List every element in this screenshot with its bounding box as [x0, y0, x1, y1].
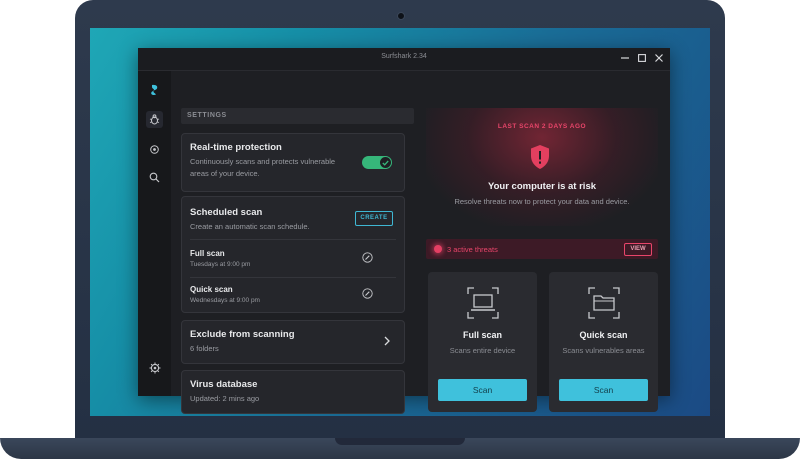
minimize-button[interactable] — [618, 52, 632, 66]
last-scan-label: LAST SCAN 2 DAYS AGO — [497, 123, 587, 130]
quick-scan-title: Quick scan — [579, 330, 628, 340]
settings-header-label: SETTINGS — [187, 112, 227, 119]
scheduled-scan-card: Scheduled scan Create an automatic scan … — [181, 196, 405, 313]
search-icon — [149, 172, 160, 183]
window-title: Surfshark 2.34 — [381, 53, 427, 60]
laptop-icon — [467, 287, 499, 319]
app-window: Surfshark 2.34 SETTINGS Real-time protec… — [138, 48, 670, 414]
warning-shield-icon — [531, 145, 549, 169]
quick-scan-row-title: Quick scan — [190, 285, 233, 294]
quick-scan-row-schedule: Wednesdays at 9:00 pm — [190, 297, 260, 304]
minimize-icon — [621, 57, 629, 59]
shield-gear-icon — [150, 145, 159, 154]
settings-gear-icon — [149, 362, 160, 373]
active-threats-bar: 3 active threats VIEW — [426, 239, 658, 259]
realtime-title: Real-time protection — [190, 142, 282, 153]
scheduled-description: Create an automatic scan schedule. — [190, 222, 310, 231]
database-subtitle: Updated: 2 mins ago — [190, 394, 260, 403]
divider — [190, 277, 396, 278]
sidebar-item-settings[interactable] — [146, 359, 163, 376]
realtime-toggle[interactable] — [362, 156, 392, 169]
risk-subtitle: Resolve threats now to protect your data… — [454, 197, 630, 206]
view-threats-button[interactable]: VIEW — [624, 243, 652, 256]
full-scan-button[interactable]: Scan — [438, 379, 527, 401]
divider — [190, 239, 396, 240]
realtime-protection-card: Real-time protection Continuously scans … — [181, 133, 405, 192]
edit-quick-scan-icon[interactable] — [362, 288, 373, 299]
quick-scan-button[interactable]: Scan — [559, 379, 648, 401]
chevron-right-icon — [384, 336, 390, 346]
sidebar-item-protection[interactable] — [146, 141, 163, 158]
create-schedule-button[interactable]: CREATE — [355, 211, 393, 226]
close-icon — [655, 54, 663, 62]
surfshark-logo-icon — [151, 84, 158, 95]
full-scan-row-schedule: Tuesdays at 9:00 pm — [190, 261, 251, 268]
laptop-base-notch — [335, 438, 465, 445]
sidebar-item-home[interactable] — [146, 81, 163, 98]
realtime-description: Continuously scans and protects vulnerab… — [190, 157, 336, 178]
quick-scan-description: Scans vulnerables areas — [562, 346, 645, 355]
scheduled-title: Scheduled scan — [190, 207, 263, 218]
exclude-title: Exclude from scanning — [190, 329, 295, 340]
quick-scan-card: Quick scan Scans vulnerables areas Scan — [549, 272, 658, 412]
sidebar-item-search[interactable] — [146, 169, 163, 186]
screen: Surfshark 2.34 SETTINGS Real-time protec… — [90, 28, 710, 416]
threat-indicator-icon — [434, 245, 442, 253]
maximize-button[interactable] — [635, 52, 649, 66]
exclude-subtitle: 6 folders — [190, 344, 219, 353]
risk-title: Your computer is at risk — [487, 181, 597, 192]
toggle-knob — [380, 157, 391, 168]
full-scan-row-title: Full scan — [190, 249, 225, 258]
full-scan-description: Scans entire device — [449, 346, 516, 355]
full-scan-card: Full scan Scans entire device Scan — [428, 272, 537, 412]
full-scan-title: Full scan — [462, 330, 502, 340]
exclude-scanning-card[interactable]: Exclude from scanning 6 folders — [181, 320, 405, 364]
virus-database-card: Virus database Updated: 2 mins ago — [181, 370, 405, 414]
close-button[interactable] — [652, 52, 666, 66]
maximize-icon — [638, 54, 646, 62]
folder-icon — [588, 287, 620, 319]
webcam — [397, 12, 405, 20]
title-bar: Surfshark 2.34 — [138, 48, 670, 71]
edit-full-scan-icon[interactable] — [362, 252, 373, 263]
active-threats-text: 3 active threats — [447, 245, 498, 254]
database-title: Virus database — [190, 379, 258, 390]
bug-icon — [149, 114, 160, 125]
settings-header: SETTINGS — [181, 108, 414, 124]
sidebar-item-antivirus[interactable] — [146, 111, 163, 128]
sidebar — [138, 71, 171, 396]
checkmark-icon — [382, 160, 389, 166]
